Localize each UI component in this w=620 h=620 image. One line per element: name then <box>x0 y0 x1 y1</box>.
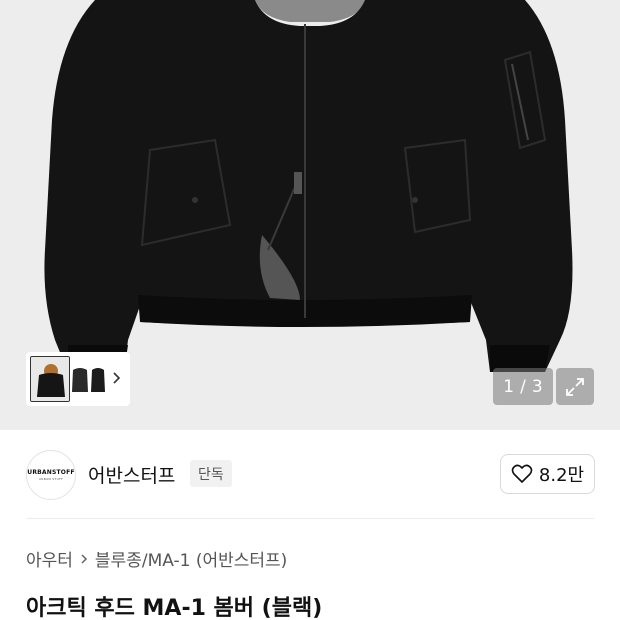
breadcrumb: 아우터 블루종/MA-1 (어반스터프) <box>26 546 287 571</box>
brand-row: URBANSTOFF URBAN STUFF 어반스터프 단독 8.2만 <box>0 430 620 518</box>
product-image-gallery[interactable]: 1 / 3 <box>0 0 620 430</box>
counter-separator: / <box>520 376 526 397</box>
heart-icon <box>511 464 533 483</box>
counter-current: 1 <box>503 376 515 397</box>
thumbnail-1[interactable] <box>30 356 70 402</box>
brand-logo-subtext: URBAN STUFF <box>38 477 64 481</box>
brand-name[interactable]: 어반스터프 <box>88 461 175 488</box>
expand-icon <box>566 377 584 396</box>
thumbnail-strip[interactable] <box>26 352 130 406</box>
brand-logo[interactable]: URBANSTOFF URBAN STUFF <box>26 450 76 500</box>
like-count: 8.2만 <box>538 465 585 486</box>
exclusive-badge: 단독 <box>190 460 232 487</box>
like-button[interactable]: 8.2만 <box>500 454 595 494</box>
expand-button[interactable] <box>556 368 594 405</box>
breadcrumb-item-category[interactable]: 아우터 <box>26 546 73 571</box>
divider <box>26 518 594 519</box>
thumbnail-2[interactable] <box>72 356 88 402</box>
brand-logo-text: URBANSTOFF <box>27 469 75 476</box>
product-title: 아크틱 후드 MA-1 봄버 (블랙) <box>26 596 323 620</box>
counter-total: 3 <box>531 376 543 397</box>
thumbnail-3[interactable] <box>90 356 106 402</box>
image-counter: 1 / 3 <box>493 368 553 405</box>
chevron-right-icon[interactable] <box>110 368 124 388</box>
chevron-right-icon <box>81 553 87 564</box>
breadcrumb-item-subcategory[interactable]: 블루종/MA-1 (어반스터프) <box>95 546 287 571</box>
